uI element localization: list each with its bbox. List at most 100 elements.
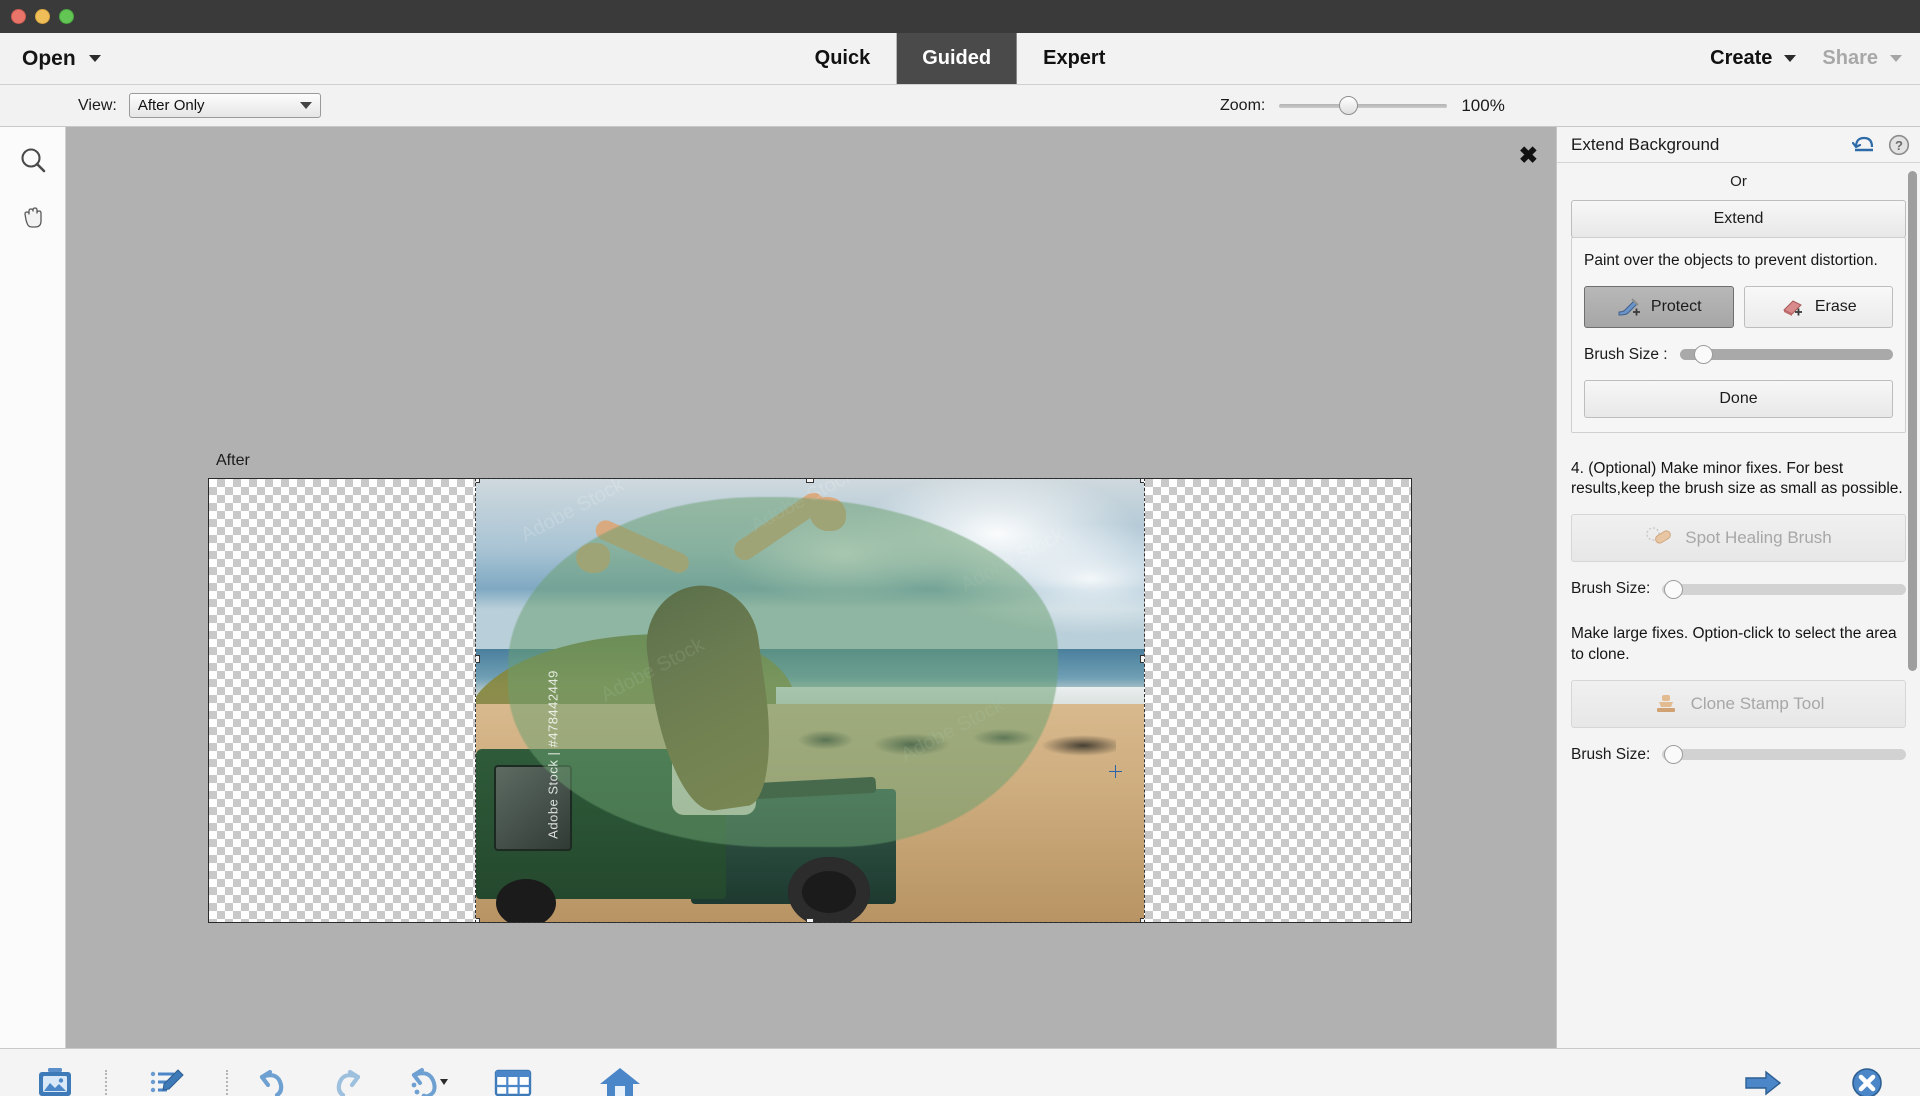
view-mode-select[interactable]: After Only xyxy=(128,93,321,118)
spot-healing-brush-label: Spot Healing Brush xyxy=(1685,528,1832,548)
tool-options-button[interactable]: Tool Options xyxy=(111,1065,222,1096)
open-button[interactable]: Open xyxy=(0,33,123,84)
brush-size-slider[interactable] xyxy=(1662,745,1906,765)
toolbar-divider xyxy=(226,1070,229,1096)
organizer-button[interactable]: Organizer xyxy=(466,1065,560,1096)
spot-healing-brush-icon xyxy=(1646,527,1672,544)
help-icon[interactable]: ? xyxy=(1888,134,1910,156)
step-4-section: 4. (Optional) Make minor fixes. For best… xyxy=(1571,459,1906,599)
paint-mode-buttons: Protect Erase xyxy=(1584,285,1893,328)
brush-size-slider-handle[interactable] xyxy=(1693,345,1713,365)
brush-size-slider[interactable] xyxy=(1662,579,1906,599)
brush-size-label: Brush Size: xyxy=(1571,580,1651,598)
transform-handle[interactable] xyxy=(476,918,480,922)
canvas-area[interactable]: ✖ After Adobe Stock | #478442449 xyxy=(66,127,1556,1048)
redo-button[interactable]: Redo xyxy=(310,1065,388,1096)
extend-button-label: Extend xyxy=(1713,210,1764,227)
undo-icon xyxy=(260,1069,284,1096)
done-button[interactable]: Done xyxy=(1584,379,1893,418)
hand-tool[interactable] xyxy=(9,193,57,241)
svg-text:?: ? xyxy=(1895,138,1903,153)
zoom-slider-handle[interactable] xyxy=(1339,95,1359,115)
close-icon[interactable]: ✖ xyxy=(1519,144,1538,167)
home-icon xyxy=(600,1068,641,1096)
create-menu-label: Create xyxy=(1710,47,1773,69)
extend-button[interactable]: Extend xyxy=(1571,200,1906,238)
right-hand xyxy=(810,497,846,531)
protect-button[interactable]: Protect xyxy=(1584,285,1734,328)
chevron-down-icon xyxy=(1784,55,1797,62)
rotate-button[interactable]: Rotate xyxy=(388,1065,466,1096)
clone-stamp-tool-button[interactable]: Clone Stamp Tool xyxy=(1571,679,1906,728)
bottom-toolbar-right: Next Cancel xyxy=(1720,1065,1910,1096)
tab-guided[interactable]: Guided xyxy=(896,33,1018,84)
toolbar-divider xyxy=(105,1070,108,1096)
transform-handle[interactable] xyxy=(806,918,814,922)
panel-scrollbar[interactable] xyxy=(1908,171,1917,671)
eraser-icon xyxy=(1782,300,1802,316)
panel-body[interactable]: Or Extend Paint over the objects to prev… xyxy=(1557,163,1920,1048)
clone-hint: Make large fixes. Option-click to select… xyxy=(1571,625,1897,663)
jeep-wheel-front xyxy=(496,879,556,922)
organizer-icon xyxy=(495,1069,532,1096)
panel-header: Extend Background ? xyxy=(1557,127,1920,163)
clone-source-crosshair-icon xyxy=(1109,765,1122,778)
zoom-control: Zoom: 100% xyxy=(1220,95,1505,116)
create-menu[interactable]: Create xyxy=(1710,47,1797,70)
zoom-slider[interactable] xyxy=(1279,95,1448,115)
paint-group: Paint over the objects to prevent distor… xyxy=(1571,237,1906,433)
photo-bin-button[interactable]: Photo Bin xyxy=(8,1065,101,1096)
transform-handle[interactable] xyxy=(806,479,814,483)
erase-button[interactable]: Erase xyxy=(1743,285,1893,328)
window-titlebar xyxy=(0,0,1920,33)
step-4-text: 4. (Optional) Make minor fixes. For best… xyxy=(1571,459,1903,498)
panel-title: Extend Background xyxy=(1571,134,1720,154)
transform-handle[interactable] xyxy=(476,655,480,663)
main-area: ✖ After Adobe Stock | #478442449 Extend … xyxy=(0,127,1920,1048)
share-menu[interactable]: Share xyxy=(1822,47,1902,70)
or-separator: Or xyxy=(1730,173,1747,190)
tab-expert[interactable]: Expert xyxy=(1017,33,1131,84)
hand-icon xyxy=(23,207,42,228)
zoom-label: Zoom: xyxy=(1220,96,1266,114)
bottom-toolbar-left: Photo Bin Tool Options Undo xyxy=(0,1065,680,1096)
transform-handle[interactable] xyxy=(476,479,480,483)
clone-stamp-tool-label: Clone Stamp Tool xyxy=(1690,693,1825,713)
view-label: View: xyxy=(78,96,117,114)
zoom-percent-value: 100% xyxy=(1461,95,1505,115)
transform-handle[interactable] xyxy=(1140,479,1144,483)
next-button[interactable]: Next xyxy=(1720,1065,1806,1096)
panel-header-icons: ? xyxy=(1852,134,1910,156)
stock-watermark: Adobe Stock | #478442449 xyxy=(545,670,561,839)
window-close-button[interactable] xyxy=(11,9,26,24)
transform-handle[interactable] xyxy=(1140,655,1144,663)
zoom-tool[interactable] xyxy=(9,137,57,185)
rotate-icon xyxy=(412,1068,449,1096)
clone-stamp-icon xyxy=(1656,694,1675,712)
menu-bar: Open Quick Guided Expert Create Share xyxy=(0,33,1920,85)
tool-options-icon xyxy=(150,1069,184,1093)
arrow-right-icon xyxy=(1745,1070,1782,1096)
window-minimize-button[interactable] xyxy=(35,9,50,24)
view-mode-value: After Only xyxy=(137,97,205,114)
spot-healing-brush-button[interactable]: Spot Healing Brush xyxy=(1571,514,1906,563)
reset-icon[interactable] xyxy=(1852,135,1876,155)
brush-size-row-1: Brush Size : xyxy=(1584,345,1893,365)
brush-size-row-3: Brush Size: xyxy=(1571,745,1906,765)
window-maximize-button[interactable] xyxy=(59,9,74,24)
home-screen-button[interactable]: Home Screen xyxy=(560,1065,680,1096)
open-button-label: Open xyxy=(22,46,76,70)
brush-size-slider-handle[interactable] xyxy=(1664,579,1684,599)
options-bar: View: After Only Zoom: 100% xyxy=(0,85,1920,127)
photo-bin-icon xyxy=(38,1068,71,1096)
brush-size-label: Brush Size : xyxy=(1584,345,1668,363)
document-canvas[interactable]: Adobe Stock Adobe Stock Adobe Stock Adob… xyxy=(208,478,1412,923)
cancel-button[interactable]: Cancel xyxy=(1824,1065,1910,1096)
brush-size-slider-handle[interactable] xyxy=(1664,745,1684,765)
undo-button[interactable]: Undo xyxy=(232,1065,310,1096)
left-arm xyxy=(592,517,693,577)
guided-edit-panel: Extend Background ? Or Extend Paint over xyxy=(1556,127,1920,1048)
brush-size-slider[interactable] xyxy=(1679,345,1893,365)
transform-handle[interactable] xyxy=(1140,918,1144,922)
tab-quick[interactable]: Quick xyxy=(789,33,897,84)
